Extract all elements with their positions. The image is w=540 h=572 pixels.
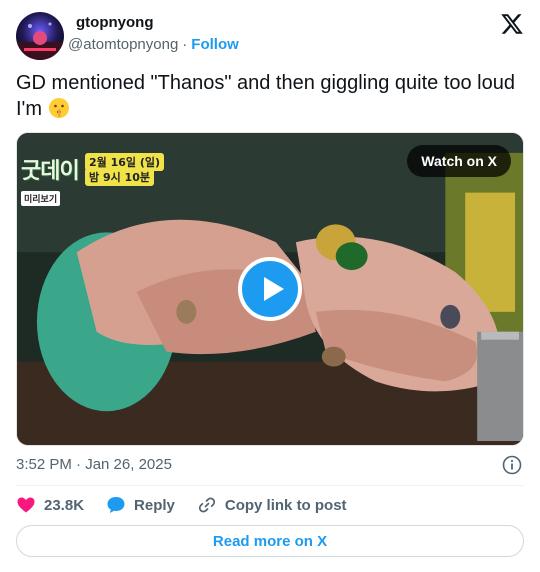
embedded-post-card: gtopnyong @atomtopnyong · Follow GD mentio… — [0, 0, 540, 572]
post-text: GD mentioned "Thanos" and then giggling … — [16, 70, 524, 122]
video-media[interactable]: 굿데이 2월 16일 (일) 밤 9시 10분 미리보기 Watch on X — [16, 132, 524, 446]
broadcast-time-overlay: 밤 9시 10분 — [85, 168, 154, 186]
post-text-body: GD mentioned "Thanos" and then giggling … — [16, 72, 515, 120]
watch-on-x-button[interactable]: Watch on X — [407, 145, 511, 177]
x-logo-icon[interactable] — [500, 12, 524, 36]
shushing-face-emoji-icon — [48, 97, 70, 119]
follow-button[interactable]: Follow — [191, 36, 239, 53]
preview-label-overlay: 미리보기 — [21, 191, 61, 206]
handle-row: @atomtopnyong · Follow — [68, 36, 239, 53]
show-logo-overlay: 굿데이 — [21, 159, 80, 184]
heart-icon — [17, 497, 35, 513]
like-button[interactable]: 23.8K — [16, 495, 84, 515]
divider — [16, 485, 524, 486]
avatar[interactable] — [16, 12, 64, 60]
read-more-button[interactable]: Read more on X — [16, 525, 524, 557]
like-count: 23.8K — [44, 496, 85, 514]
play-icon — [264, 277, 284, 301]
copy-link-button[interactable]: Copy link to post — [197, 495, 347, 515]
action-bar: 23.8K Reply Copy link to post — [16, 493, 369, 517]
reply-bubble-icon — [107, 497, 125, 513]
link-icon — [198, 497, 215, 513]
play-button[interactable] — [238, 257, 302, 321]
separator-dot: · — [182, 36, 188, 53]
user-handle[interactable]: @atomtopnyong — [68, 36, 178, 53]
copy-link-label: Copy link to post — [224, 496, 347, 514]
reply-label: Reply — [134, 496, 175, 514]
post-timestamp[interactable]: 3:52 PM · Jan 26, 2025 — [16, 456, 172, 473]
display-name[interactable]: gtopnyong — [76, 14, 153, 31]
reply-button[interactable]: Reply — [106, 495, 175, 515]
info-icon[interactable] — [502, 455, 522, 475]
